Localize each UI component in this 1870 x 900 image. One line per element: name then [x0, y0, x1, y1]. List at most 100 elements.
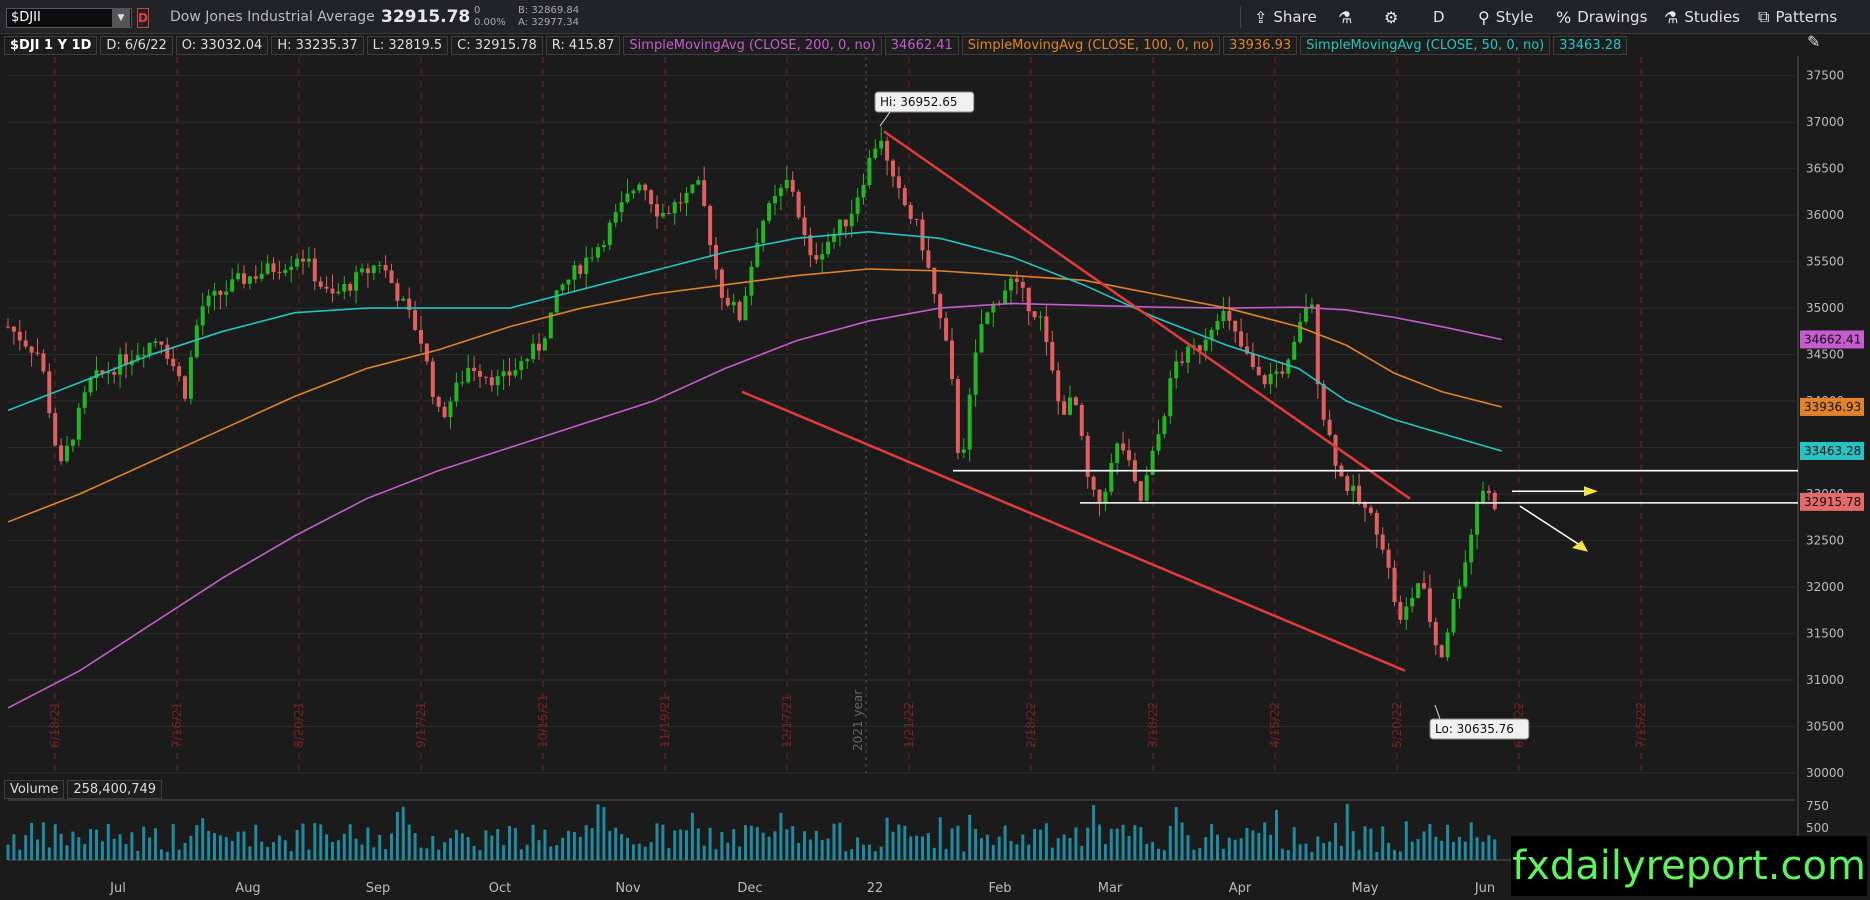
volume-bar: [1009, 840, 1013, 860]
studies-button[interactable]: ⚗ Studies: [1658, 5, 1746, 29]
volume-bar: [637, 843, 641, 860]
y-tick-label: 31000: [1806, 673, 1844, 687]
volume-bar: [1198, 848, 1202, 860]
candle-body: [808, 235, 813, 256]
settings-button[interactable]: ⚙: [1378, 5, 1404, 29]
volume-label[interactable]: Volume: [4, 780, 65, 799]
candle-body: [1304, 307, 1308, 322]
volume-bar: [148, 837, 152, 860]
drawings-button[interactable]: % Drawings: [1550, 5, 1653, 29]
volume-bar: [738, 846, 742, 860]
volume-bar: [89, 829, 93, 860]
candle-body: [849, 213, 854, 227]
candle-body: [1309, 304, 1314, 308]
volume-bar: [1275, 809, 1278, 860]
volume-bar: [714, 849, 718, 860]
volume-bar: [620, 834, 624, 860]
candle-body: [649, 190, 654, 205]
style-button[interactable]: ⚲ Style: [1472, 5, 1539, 29]
studies-icon: ⚗: [1664, 7, 1679, 27]
candle-body: [1026, 287, 1031, 312]
volume-bar: [1263, 822, 1267, 860]
volume-bar: [1269, 834, 1273, 860]
candle-body: [584, 257, 589, 274]
candle-body: [11, 326, 16, 332]
candle-body: [678, 202, 683, 204]
candle-body: [70, 439, 75, 446]
candle-body: [1250, 353, 1255, 367]
candle-body: [1274, 371, 1279, 374]
candle-body: [820, 254, 825, 260]
volume-bar: [1286, 850, 1290, 860]
candle-body: [466, 367, 471, 383]
volume-bar: [18, 849, 22, 860]
sma50-study-label[interactable]: SimpleMovingAvg (CLOSE, 50, 0, no): [1300, 35, 1551, 55]
candle-body: [1268, 373, 1273, 385]
volume-bar: [142, 826, 146, 860]
volume-bar: [83, 844, 87, 860]
candle-body: [761, 220, 766, 243]
sma100-price-label: 33936.93: [1804, 400, 1861, 414]
candle-body: [554, 290, 559, 313]
candle-body: [1451, 599, 1456, 633]
candle-body: [318, 281, 323, 287]
volume-bar: [991, 844, 995, 860]
candle-body: [1469, 534, 1474, 563]
volume-bar: [1298, 844, 1302, 860]
candle-body: [660, 213, 665, 217]
candle-body: [1203, 339, 1208, 351]
volume-bar: [1098, 824, 1101, 860]
volume-bar: [909, 836, 913, 860]
volume-bar: [1257, 832, 1261, 860]
patterns-button[interactable]: ⧉ Patterns: [1752, 5, 1843, 29]
candle-body: [590, 257, 595, 259]
candle-body: [17, 331, 22, 341]
volume-bar: [1475, 837, 1479, 860]
symbol-dropdown-icon[interactable]: ▼: [112, 9, 130, 27]
candle-body: [908, 205, 913, 219]
volume-bar: [30, 822, 34, 860]
candle-body: [743, 295, 748, 321]
volume-bar: [1339, 845, 1343, 860]
candle-body: [59, 445, 64, 462]
candle-body: [489, 377, 494, 386]
price-chart[interactable]: 3750037000365003600035500350003450034000…: [0, 0, 1870, 900]
candle-body: [578, 265, 583, 274]
candle-body: [348, 284, 353, 291]
volume-bar: [1103, 844, 1107, 860]
volume-bar: [218, 835, 222, 860]
volume-bar: [36, 839, 39, 860]
flask-button[interactable]: ⚗: [1332, 5, 1358, 29]
volume-bar: [53, 824, 57, 860]
drawing-tool-icon[interactable]: ✎: [1807, 32, 1829, 54]
candle-body: [419, 330, 423, 344]
candle-body: [537, 343, 541, 351]
volume-bar: [1393, 850, 1396, 860]
candle-body: [1368, 507, 1373, 513]
candle-body: [430, 361, 435, 397]
volume-bar: [915, 835, 919, 860]
x-date-label: 9/17/21: [414, 702, 428, 748]
sma100-study-label[interactable]: SimpleMovingAvg (CLOSE, 100, 0, no): [961, 35, 1221, 55]
y-tick-label: 32000: [1806, 580, 1844, 594]
symbol-period[interactable]: $DJI 1 Y 1D: [4, 35, 98, 55]
volume-bar: [1003, 825, 1007, 860]
candle-body: [1386, 549, 1391, 568]
share-button[interactable]: ⇪ Share: [1248, 5, 1323, 29]
high-annotation: Hi: 36952.65: [880, 95, 957, 109]
volume-bar: [213, 832, 216, 860]
volume-bar: [614, 827, 618, 860]
candle-body: [442, 406, 447, 418]
volume-bar: [1204, 837, 1208, 860]
candle-body: [1427, 588, 1432, 622]
aggregation-button[interactable]: D: [1427, 5, 1451, 29]
x-month-label: 22: [867, 881, 884, 896]
candle-body: [153, 341, 158, 343]
sma50-price-label: 33463.28: [1804, 444, 1861, 458]
volume-bar: [602, 807, 606, 860]
sma200-study-label[interactable]: SimpleMovingAvg (CLOSE, 200, 0, no): [623, 35, 882, 55]
candle-body: [194, 325, 199, 358]
x-month-label: Aug: [235, 881, 260, 896]
volume-bar: [472, 845, 476, 860]
candle-body: [1062, 401, 1067, 415]
